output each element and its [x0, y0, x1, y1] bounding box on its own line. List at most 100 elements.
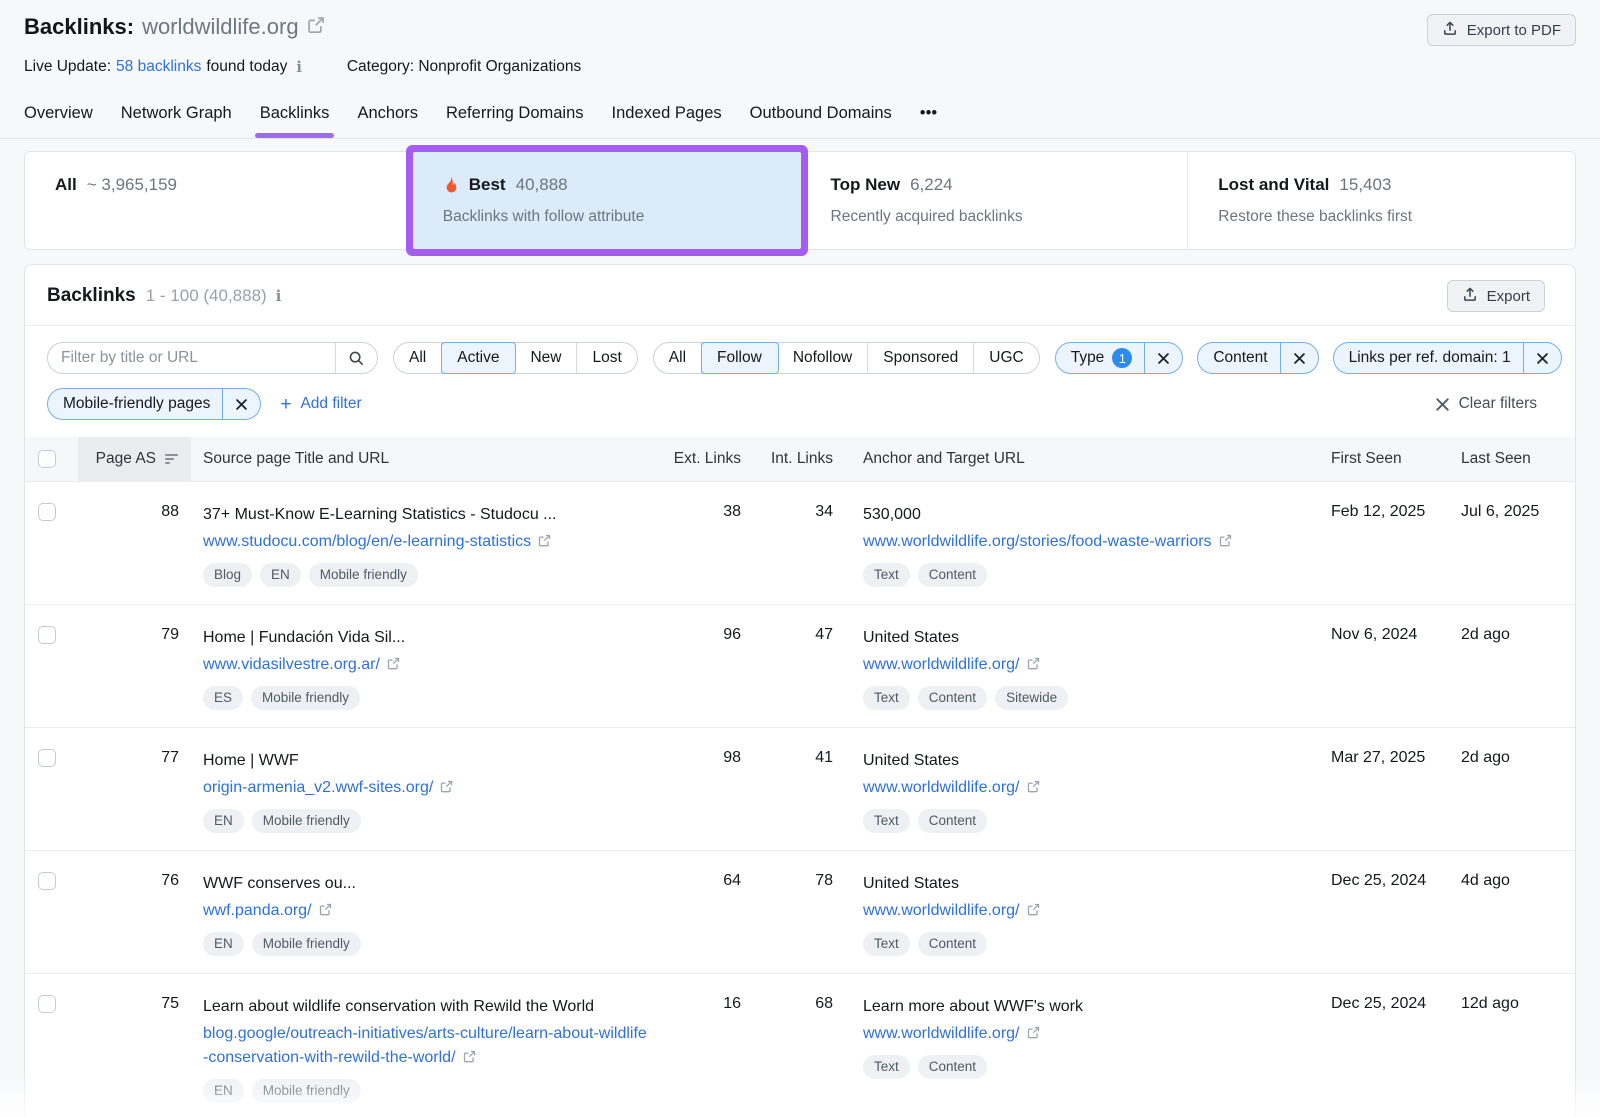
tag-list: ENMobile friendly	[203, 932, 649, 956]
search-input[interactable]	[48, 349, 335, 367]
panel-title: Backlinks	[47, 285, 136, 307]
filter-chip-content[interactable]: Content	[1197, 342, 1318, 374]
sort-icon	[165, 453, 179, 465]
info-icon[interactable]: i	[291, 59, 307, 76]
remove-filter-button[interactable]	[1144, 343, 1182, 373]
ext-links-value: 16	[669, 995, 755, 1103]
export-button[interactable]: Export	[1447, 280, 1545, 312]
remove-filter-button[interactable]	[1280, 343, 1318, 373]
status-filter-all[interactable]: All	[394, 343, 442, 373]
source-title: Home | WWF	[203, 749, 649, 773]
status-filter-active[interactable]: Active	[442, 343, 515, 373]
source-url-link[interactable]: origin-armenia_v2.wwf-sites.org/	[203, 779, 453, 796]
external-link-icon[interactable]	[307, 14, 325, 40]
tag-text: Text	[863, 1055, 910, 1079]
tag-list: ENMobile friendly	[203, 809, 649, 833]
row-checkbox[interactable]	[38, 749, 56, 767]
panel-header: Backlinks 1 - 100 (40,888) i Export	[25, 265, 1575, 325]
tag-text: Text	[863, 932, 910, 956]
source-url-link[interactable]: www.studocu.com/blog/en/e-learning-stati…	[203, 533, 551, 550]
row-checkbox[interactable]	[38, 995, 56, 1013]
follow-filter-sponsored[interactable]: Sponsored	[868, 343, 974, 373]
tab-referring-domains[interactable]: Referring Domains	[446, 96, 584, 138]
url-line: www.vidasilvestre.org.ar/	[203, 653, 649, 677]
column-header-page-as[interactable]: Page AS	[78, 437, 191, 481]
tab-backlinks[interactable]: Backlinks	[260, 96, 330, 138]
category-label: Category: Nonprofit Organizations	[347, 58, 581, 76]
column-header-int-links: Int. Links	[755, 437, 847, 481]
external-link-icon	[1027, 657, 1040, 670]
info-icon[interactable]: i	[271, 288, 287, 305]
page-as-value: 75	[78, 995, 191, 1103]
source-url-link[interactable]: wwf.panda.org/	[203, 902, 332, 919]
summary-card-best[interactable]: Best40,888Backlinks with follow attribut…	[413, 152, 801, 249]
filter-chip-type[interactable]: Type1	[1055, 342, 1184, 374]
tag-content: Content	[918, 809, 987, 833]
external-link-icon	[319, 903, 332, 916]
card-label: All	[55, 175, 77, 195]
tab-anchors[interactable]: Anchors	[357, 96, 418, 138]
remove-filter-button[interactable]	[1523, 343, 1561, 373]
live-update-link[interactable]: 58 backlinks	[116, 58, 201, 76]
summary-card-all[interactable]: All~ 3,965,159	[25, 152, 413, 249]
select-all-checkbox[interactable]	[38, 450, 56, 468]
filter-chip-links-per-ref-domain-1[interactable]: Links per ref. domain: 1	[1333, 342, 1562, 374]
summary-card-top-new[interactable]: Top New6,224Recently acquired backlinks	[801, 152, 1189, 249]
anchor-cell: United Stateswww.worldwildlife.org/TextC…	[847, 872, 1290, 956]
card-value: 40,888	[516, 175, 568, 195]
follow-filter-follow[interactable]: Follow	[702, 343, 778, 373]
card-line: Best40,888	[443, 175, 770, 195]
external-link-icon	[1027, 780, 1040, 793]
chip-text: Mobile-friendly pages	[63, 395, 210, 413]
card-line: Lost and Vital15,403	[1218, 175, 1545, 195]
search-icon[interactable]	[335, 343, 377, 373]
filter-chips: Type1ContentLinks per ref. domain: 1	[1055, 342, 1553, 374]
clear-filters-button[interactable]: Clear filters	[1436, 395, 1537, 413]
follow-filter-ugc[interactable]: UGC	[974, 343, 1038, 373]
filter-chip-mobile-friendly-pages[interactable]: Mobile-friendly pages	[47, 388, 261, 420]
summary-card-lost-and-vital[interactable]: Lost and Vital15,403Restore these backli…	[1188, 152, 1575, 249]
target-url-link[interactable]: www.worldwildlife.org/	[863, 656, 1040, 673]
target-url-link[interactable]: www.worldwildlife.org/	[863, 902, 1040, 919]
follow-filter-nofollow[interactable]: Nofollow	[778, 343, 868, 373]
status-filter-new[interactable]: New	[515, 343, 577, 373]
row-checkbox[interactable]	[38, 872, 56, 890]
source-url-link[interactable]: blog.google/outreach-initiatives/arts-cu…	[203, 1025, 647, 1066]
filter-chip-label: Type1	[1056, 343, 1145, 373]
row-checkbox[interactable]	[38, 503, 56, 521]
url-line: www.worldwildlife.org/	[863, 899, 1270, 923]
tab-more-tabs[interactable]: •••	[920, 96, 937, 138]
tag-mobile-friendly: Mobile friendly	[251, 686, 360, 710]
ext-links-value: 96	[669, 626, 755, 710]
table-body: 8837+ Must-Know E-Learning Statistics - …	[25, 481, 1575, 1117]
tab-network-graph[interactable]: Network Graph	[121, 96, 232, 138]
panel-range: 1 - 100 (40,888)	[146, 286, 267, 306]
close-icon	[236, 399, 247, 410]
upload-icon	[1442, 20, 1458, 40]
external-link-icon	[463, 1050, 476, 1063]
follow-filter-all[interactable]: All	[654, 343, 702, 373]
tab-outbound-domains[interactable]: Outbound Domains	[750, 96, 892, 138]
tag-list: TextContent	[863, 932, 1270, 956]
target-url-link[interactable]: www.worldwildlife.org/	[863, 1025, 1040, 1042]
target-url-link[interactable]: www.worldwildlife.org/	[863, 779, 1040, 796]
remove-filter-button[interactable]	[222, 389, 260, 419]
tag-blog: Blog	[203, 563, 252, 587]
source-url-link[interactable]: www.vidasilvestre.org.ar/	[203, 656, 400, 673]
close-icon	[1537, 353, 1548, 364]
int-links-value: 68	[755, 995, 847, 1103]
row-checkbox[interactable]	[38, 626, 56, 644]
tab-overview[interactable]: Overview	[24, 96, 93, 138]
status-filter-lost[interactable]: Lost	[577, 343, 636, 373]
add-filter-label: Add filter	[300, 395, 361, 413]
tag-list: TextContentSitewide	[863, 686, 1270, 710]
export-to-pdf-button[interactable]: Export to PDF	[1427, 14, 1576, 46]
target-url-link[interactable]: www.worldwildlife.org/stories/food-waste…	[863, 533, 1232, 550]
page-as-value: 76	[78, 872, 191, 956]
external-link-icon	[1027, 903, 1040, 916]
url-line: wwf.panda.org/	[203, 899, 649, 923]
add-filter-button[interactable]: + Add filter	[280, 395, 361, 414]
row-checkbox-cell	[25, 503, 78, 587]
tab-indexed-pages[interactable]: Indexed Pages	[612, 96, 722, 138]
summary-cards: All~ 3,965,159Best40,888Backlinks with f…	[24, 151, 1576, 250]
